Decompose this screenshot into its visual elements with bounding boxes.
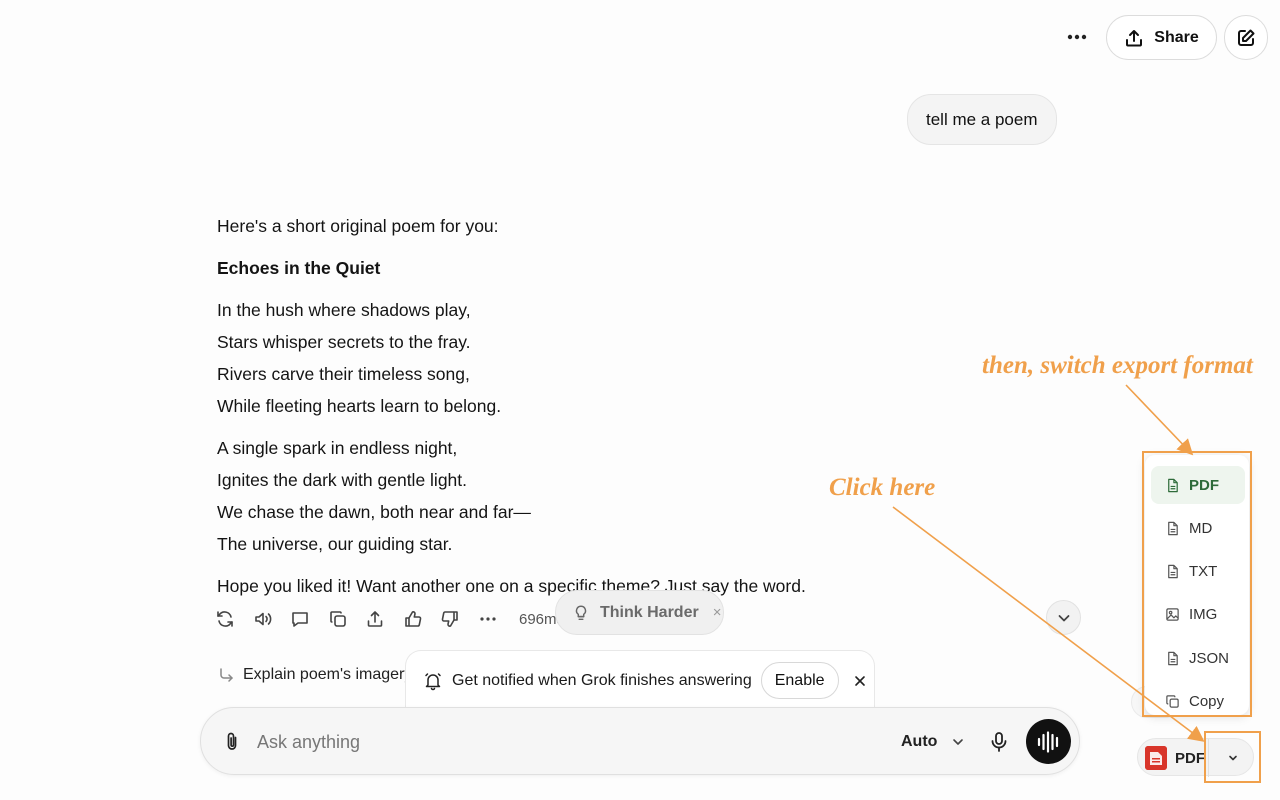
model-mode-selector[interactable]: Auto <box>901 728 965 756</box>
thumbs-up-icon <box>404 611 421 627</box>
more-horizontal-icon <box>1067 34 1087 40</box>
think-harder-label: Think Harder <box>600 603 699 621</box>
ask-input[interactable] <box>257 728 817 756</box>
think-harder-button[interactable]: Think Harder × <box>555 590 724 635</box>
upload-icon <box>367 611 383 627</box>
share-label: Share <box>1154 28 1199 46</box>
more-horizontal-icon <box>479 617 496 621</box>
poem-line: The universe, our guiding star. <box>217 534 453 554</box>
regenerate-button[interactable] <box>215 606 253 632</box>
annotation-click-here: Click here <box>829 474 936 501</box>
suggestion-label: Explain poem's imagery <box>243 666 413 683</box>
poem-stanza-1: In the hush where shadows play, Stars wh… <box>217 294 857 422</box>
follow-up-suggestion[interactable]: Explain poem's imagery <box>217 666 412 684</box>
user-message-bubble: tell me a poem <box>907 94 1057 145</box>
scroll-to-bottom-button[interactable] <box>1046 600 1081 635</box>
answer-intro: Here's a short original poem for you: <box>217 216 499 236</box>
edit-icon <box>1238 29 1255 46</box>
notification-text: Get notified when Grok finishes answerin… <box>452 671 752 689</box>
arrow-return-icon <box>220 668 233 682</box>
poem-title: Echoes in the Quiet <box>217 258 381 278</box>
read-aloud-button[interactable] <box>253 606 291 632</box>
refresh-icon <box>217 611 233 627</box>
bell-icon <box>425 672 441 690</box>
poem-line: Ignites the dark with gentle light. <box>217 470 468 490</box>
pdf-icon <box>1145 746 1167 770</box>
lightbulb-icon <box>575 605 587 620</box>
comment-button[interactable] <box>290 606 328 632</box>
highlight-export-toggle <box>1204 731 1261 783</box>
copy-button[interactable] <box>328 606 366 632</box>
new-chat-button[interactable] <box>1224 15 1268 60</box>
thumbs-up-button[interactable] <box>403 606 441 632</box>
more-actions-button[interactable] <box>478 606 516 632</box>
thumbs-down-icon <box>441 611 458 627</box>
speaker-icon <box>254 612 271 626</box>
microphone-icon[interactable] <box>987 730 1011 754</box>
thumbs-down-button[interactable] <box>440 606 478 632</box>
think-harder-close[interactable]: × <box>713 604 722 621</box>
arrow-to-menu <box>1125 384 1194 456</box>
highlight-export-menu <box>1142 451 1252 717</box>
mode-label: Auto <box>901 733 938 750</box>
poem-stanza-2: A single spark in endless night, Ignites… <box>217 432 857 560</box>
chevron-down-icon <box>1058 614 1069 621</box>
message-composer: Auto <box>200 707 1080 775</box>
voice-mode-button[interactable] <box>1026 719 1071 764</box>
poem-line: In the hush where shadows play, <box>217 300 471 320</box>
more-options-button[interactable] <box>1060 22 1094 52</box>
poem-line: While fleeting hearts learn to belong. <box>217 396 502 416</box>
assistant-answer: Here's a short original poem for you: Ec… <box>217 210 857 602</box>
upload-icon <box>1126 29 1143 46</box>
notification-close-button[interactable] <box>851 672 869 690</box>
notification-banner: Get notified when Grok finishes answerin… <box>405 650 875 710</box>
poem-line: A single spark in endless night, <box>217 438 458 458</box>
speech-bubble-icon <box>292 612 308 627</box>
copy-icon <box>329 611 346 627</box>
poem-line: Stars whisper secrets to the fray. <box>217 332 471 352</box>
chevron-down-icon <box>953 739 964 745</box>
share-response-button[interactable] <box>365 606 403 632</box>
share-button[interactable]: Share <box>1106 15 1217 60</box>
waveform-icon <box>1037 730 1058 753</box>
poem-line: Rivers carve their timeless song, <box>217 364 470 384</box>
poem-line: We chase the dawn, both near and far— <box>217 502 531 522</box>
paperclip-icon[interactable] <box>221 731 243 753</box>
response-action-bar: 696ms <box>215 606 564 632</box>
answer-outro: Hope you liked it! Want another one on a… <box>217 576 806 596</box>
export-button[interactable]: PDF <box>1145 745 1205 771</box>
close-icon <box>854 675 865 686</box>
enable-notifications-button[interactable]: Enable <box>760 662 839 699</box>
export-format-label: PDF <box>1175 749 1205 767</box>
annotation-switch-format: then, switch export format <box>982 352 1253 379</box>
